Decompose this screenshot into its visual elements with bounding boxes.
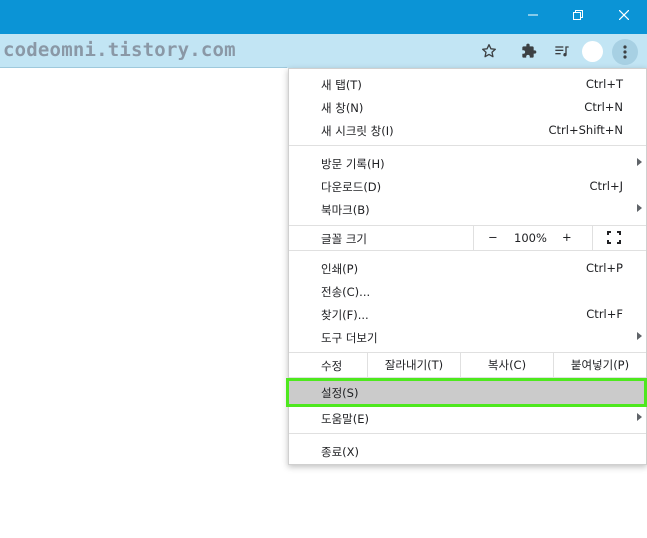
- menu-item-downloads[interactable]: 다운로드(D) Ctrl+J: [289, 175, 646, 198]
- menu-item-label: 인쇄(P): [321, 262, 359, 276]
- menu-item-exit[interactable]: 종료(X): [289, 440, 646, 463]
- menu-item-label: 북마크(B): [321, 203, 370, 217]
- menu-item-label: 전송(C)...: [321, 285, 371, 299]
- menu-item-new-incognito[interactable]: 새 시크릿 창(I) Ctrl+Shift+N: [289, 119, 646, 142]
- menu-item-shortcut: Ctrl+T: [585, 77, 623, 91]
- cut-button[interactable]: 잘라내기(T): [367, 353, 460, 377]
- media-playlist-icon: [555, 46, 569, 57]
- extensions-button[interactable]: [517, 40, 541, 62]
- browser-main-menu: 새 탭(T) Ctrl+T 새 창(N) Ctrl+N 새 시크릿 창(I) C…: [286, 68, 647, 465]
- menu-separator: [289, 145, 646, 146]
- bookmark-star-button[interactable]: [477, 40, 501, 62]
- menu-item-print[interactable]: 인쇄(P) Ctrl+P: [289, 257, 646, 280]
- submenu-arrow-icon: [637, 413, 642, 421]
- submenu-arrow-icon: [637, 332, 642, 340]
- menu-item-cast[interactable]: 전송(C)...: [289, 280, 646, 303]
- submenu-arrow-icon: [637, 204, 642, 212]
- close-icon: [619, 10, 629, 20]
- extensions-puzzle-icon: [522, 43, 537, 58]
- zoom-control: − 100% +: [473, 226, 593, 250]
- profile-avatar[interactable]: [582, 41, 603, 62]
- menu-item-label: 방문 기록(H): [321, 157, 385, 171]
- menu-item-find[interactable]: 찾기(F)... Ctrl+F: [289, 303, 646, 326]
- copy-button[interactable]: 복사(C): [460, 353, 553, 377]
- address-bar-url[interactable]: codeomni.tistory.com: [3, 39, 236, 61]
- title-bar: [0, 0, 647, 34]
- paste-button[interactable]: 붙여넣기(P): [553, 353, 646, 377]
- menu-item-more-tools[interactable]: 도구 더보기: [289, 326, 646, 349]
- menu-edit-row: 수정 잘라내기(T) 복사(C) 붙여넣기(P): [289, 353, 646, 377]
- restore-icon: [573, 10, 583, 20]
- restore-button[interactable]: [555, 0, 601, 30]
- menu-item-shortcut: Ctrl+F: [586, 307, 623, 321]
- menu-item-new-tab[interactable]: 새 탭(T) Ctrl+T: [289, 73, 646, 96]
- menu-item-help[interactable]: 도움말(E): [289, 407, 646, 430]
- zoom-in-button[interactable]: +: [562, 230, 572, 244]
- zoom-out-button[interactable]: −: [488, 230, 498, 244]
- menu-item-label: 찾기(F)...: [321, 308, 369, 322]
- menu-item-shortcut: Ctrl+P: [585, 261, 623, 275]
- menu-item-history[interactable]: 방문 기록(H): [289, 152, 646, 175]
- toolbar-divider: [0, 67, 287, 68]
- submenu-arrow-icon: [637, 158, 642, 166]
- browser-toolbar: codeomni.tistory.com: [0, 34, 647, 68]
- minimize-icon: [528, 14, 538, 16]
- menu-item-label: 종료(X): [321, 445, 360, 459]
- minimize-button[interactable]: [510, 0, 556, 30]
- star-icon: [482, 44, 496, 58]
- menu-zoom-row: 글꼴 크기 − 100% +: [289, 226, 646, 250]
- close-button[interactable]: [601, 0, 647, 30]
- menu-item-label: 다운로드(D): [321, 180, 382, 194]
- menu-item-label: 새 시크릿 창(I): [321, 124, 394, 138]
- media-control-button[interactable]: [550, 40, 574, 62]
- menu-item-label: 새 탭(T): [321, 78, 362, 92]
- more-menu-icon: [623, 45, 627, 59]
- menu-item-shortcut: Ctrl+Shift+N: [548, 123, 623, 137]
- zoom-label: 글꼴 크기: [321, 232, 367, 246]
- menu-item-label: 설정(S): [321, 386, 359, 400]
- zoom-level: 100%: [514, 231, 547, 245]
- menu-item-bookmarks[interactable]: 북마크(B): [289, 198, 646, 221]
- menu-separator: [289, 433, 646, 434]
- menu-item-new-window[interactable]: 새 창(N) Ctrl+N: [289, 96, 646, 119]
- menu-item-label: 도움말(E): [321, 412, 369, 426]
- menu-item-settings[interactable]: 설정(S): [286, 378, 647, 407]
- menu-item-label: 새 창(N): [321, 101, 364, 115]
- menu-item-shortcut: Ctrl+N: [584, 100, 623, 114]
- edit-label: 수정: [321, 359, 343, 373]
- more-menu-button[interactable]: [612, 39, 638, 65]
- menu-item-shortcut: Ctrl+J: [589, 179, 624, 193]
- fullscreen-icon[interactable]: [607, 231, 621, 244]
- menu-separator: [289, 250, 646, 251]
- menu-item-label: 도구 더보기: [321, 331, 378, 345]
